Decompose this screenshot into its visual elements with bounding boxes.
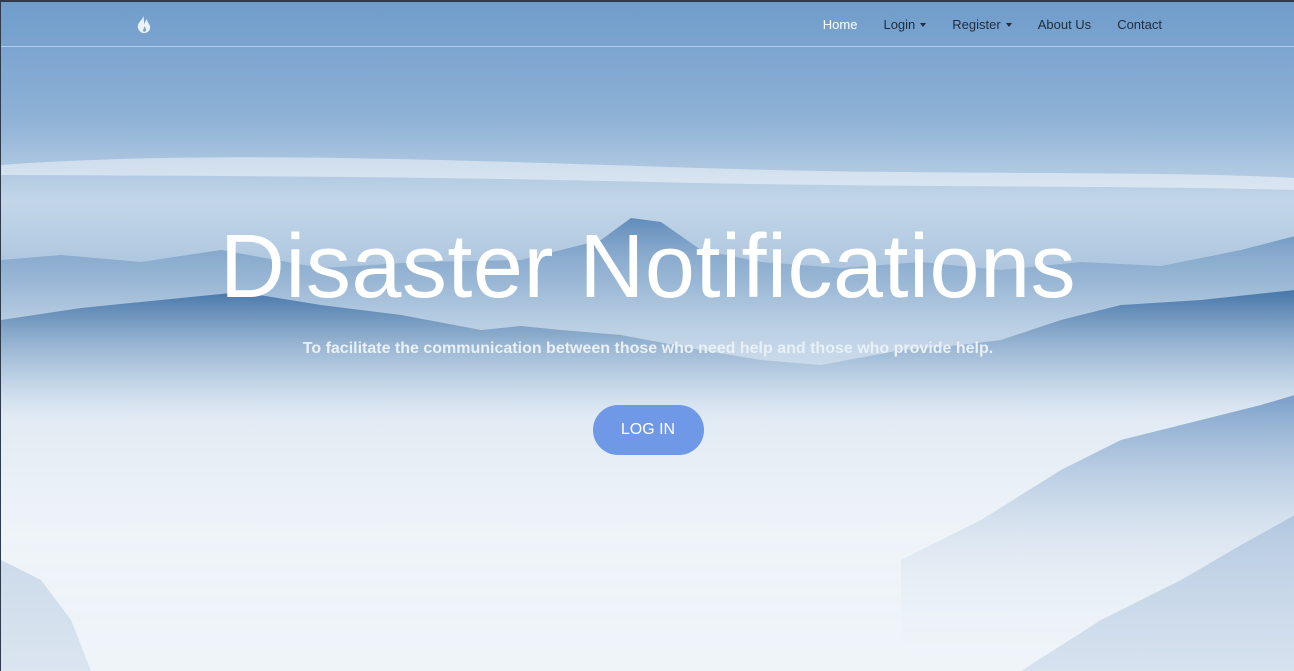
hero-title: Disaster Notifications	[219, 217, 1077, 317]
nav-login-label: Login	[883, 17, 916, 32]
top-navbar: Home Login Register About Us Contact	[1, 0, 1294, 47]
nav-menu: Home Login Register About Us Contact	[810, 2, 1175, 47]
nav-register-dropdown[interactable]: Register	[939, 17, 1024, 32]
caret-down-icon	[920, 22, 927, 27]
hero-subtitle: To facilitate the communication between …	[302, 340, 994, 357]
nav-home-link[interactable]: Home	[810, 17, 871, 32]
caret-down-icon	[1005, 22, 1012, 27]
nav-contact-label: Contact	[1117, 17, 1162, 32]
login-button[interactable]: LOG IN	[592, 405, 704, 455]
flame-icon[interactable]	[135, 14, 153, 34]
nav-about-label: About Us	[1037, 17, 1092, 32]
nav-contact-link[interactable]: Contact	[1104, 17, 1175, 32]
nav-about-link[interactable]: About Us	[1025, 17, 1104, 32]
landing-page: Home Login Register About Us Contact Dis…	[0, 0, 1294, 671]
hero-section: Disaster Notifications To facilitate the…	[1, 215, 1294, 455]
nav-login-dropdown[interactable]: Login	[870, 17, 939, 32]
nav-register-label: Register	[952, 17, 1001, 32]
nav-home-label: Home	[822, 17, 858, 32]
